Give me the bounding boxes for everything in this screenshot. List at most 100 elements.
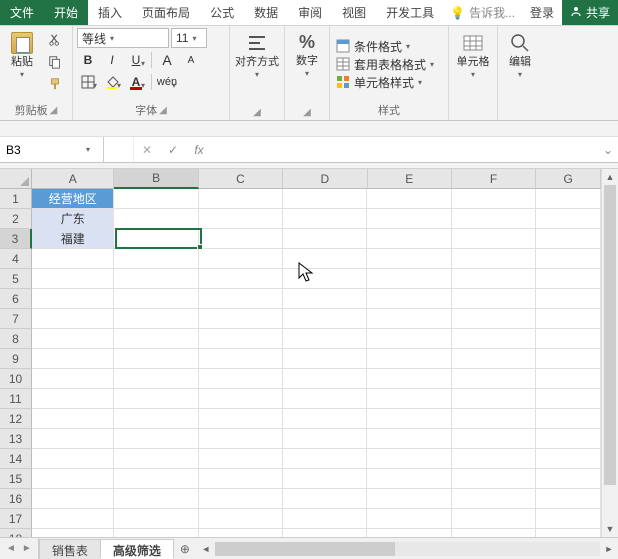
cell-A8[interactable] [32,329,114,349]
format-as-table-button[interactable]: 套用表格格式 ▾ [334,55,444,73]
row-header-10[interactable]: 10 [0,369,32,389]
cell-G10[interactable] [536,369,601,389]
hscroll-thumb[interactable] [215,542,395,556]
cell-D5[interactable] [283,269,367,289]
cell-E7[interactable] [367,309,451,329]
cell-G4[interactable] [536,249,601,269]
underline-button[interactable]: U▾ [125,50,147,70]
tab-page-layout[interactable]: 页面布局 [132,0,200,25]
cell-C18[interactable] [199,529,283,537]
cell-A16[interactable] [32,489,114,509]
cell-A5[interactable] [32,269,114,289]
row-header-4[interactable]: 4 [0,249,32,269]
scroll-thumb[interactable] [604,185,616,485]
sheet-next-icon[interactable]: ► [22,543,32,554]
horizontal-scrollbar[interactable]: ◄ ► [197,538,618,559]
row-header-8[interactable]: 8 [0,329,32,349]
cell-G11[interactable] [536,389,601,409]
cell-E1[interactable] [367,189,451,209]
cell-C4[interactable] [199,249,283,269]
cell-C13[interactable] [199,429,283,449]
cell-D13[interactable] [283,429,367,449]
scroll-up-icon[interactable]: ▲ [602,169,618,185]
cell-C15[interactable] [199,469,283,489]
login-button[interactable]: 登录 [522,0,562,25]
cell-A3[interactable]: 福建 [32,229,114,249]
cell-G16[interactable] [536,489,601,509]
enter-button[interactable]: ✓ [160,137,186,162]
vertical-scrollbar[interactable]: ▲ ▼ [601,169,618,537]
col-header-B[interactable]: B [114,169,198,189]
font-name-combo[interactable]: 等线▾ [77,28,169,48]
col-header-C[interactable]: C [199,169,283,189]
cell-D6[interactable] [283,289,367,309]
cell-B11[interactable] [114,389,198,409]
col-header-E[interactable]: E [368,169,452,189]
cell-E5[interactable] [367,269,451,289]
dialog-launcher-icon[interactable]: ◢ [303,107,311,118]
number-format-button[interactable]: % 数字 ▾ [289,28,325,84]
cell-D12[interactable] [283,409,367,429]
cell-D4[interactable] [283,249,367,269]
cell-A7[interactable] [32,309,114,329]
cell-G3[interactable] [536,229,601,249]
cell-E16[interactable] [367,489,451,509]
cell-F9[interactable] [452,349,536,369]
paste-button[interactable]: 粘贴 ▾ [4,28,40,84]
cell-E2[interactable] [367,209,451,229]
row-header-17[interactable]: 17 [0,509,32,529]
cell-F7[interactable] [452,309,536,329]
name-box-input[interactable] [0,143,80,157]
borders-button[interactable]: ▾ [77,72,99,92]
cell-A6[interactable] [32,289,114,309]
cell-E14[interactable] [367,449,451,469]
sheet-prev-icon[interactable]: ◄ [6,543,16,554]
cell-C3[interactable] [199,229,283,249]
cell-F10[interactable] [452,369,536,389]
cell-B5[interactable] [114,269,198,289]
cell-F1[interactable] [452,189,536,209]
cell-styles-button[interactable]: 单元格样式 ▾ [334,73,444,91]
cell-A18[interactable] [32,529,114,537]
cell-E10[interactable] [367,369,451,389]
cell-G13[interactable] [536,429,601,449]
cell-A9[interactable] [32,349,114,369]
cell-F17[interactable] [452,509,536,529]
cell-F2[interactable] [452,209,536,229]
chevron-down-icon[interactable]: ▾ [80,145,96,154]
cell-B2[interactable] [114,209,198,229]
tab-data[interactable]: 数据 [244,0,288,25]
col-header-A[interactable]: A [32,169,114,189]
cell-G14[interactable] [536,449,601,469]
share-button[interactable]: 共享 [562,0,618,25]
cell-G5[interactable] [536,269,601,289]
cell-C6[interactable] [199,289,283,309]
cell-G8[interactable] [536,329,601,349]
row-header-5[interactable]: 5 [0,269,32,289]
cell-D8[interactable] [283,329,367,349]
cell-B13[interactable] [114,429,198,449]
name-box[interactable]: ▾ [0,137,104,162]
cell-D10[interactable] [283,369,367,389]
cell-E4[interactable] [367,249,451,269]
cell-D1[interactable] [283,189,367,209]
cell-G2[interactable] [536,209,601,229]
sheet-tab-1[interactable]: 销售表 [39,539,101,559]
cell-F13[interactable] [452,429,536,449]
cut-button[interactable] [44,30,66,50]
cell-E15[interactable] [367,469,451,489]
fx-button[interactable]: fx [186,137,212,162]
scroll-right-icon[interactable]: ► [602,542,616,556]
shrink-font-button[interactable]: A [180,50,202,70]
chevron-down-icon[interactable]: ▾ [255,70,259,79]
alignment-button[interactable]: 对齐方式 ▾ [234,28,280,84]
cell-B14[interactable] [114,449,198,469]
chevron-down-icon[interactable]: ▾ [20,70,24,79]
cell-B3[interactable] [114,229,198,249]
cell-E18[interactable] [367,529,451,537]
cell-A2[interactable]: 广东 [32,209,114,229]
cell-A15[interactable] [32,469,114,489]
dialog-launcher-icon[interactable]: ◢ [253,107,261,118]
cell-F15[interactable] [452,469,536,489]
cell-A11[interactable] [32,389,114,409]
